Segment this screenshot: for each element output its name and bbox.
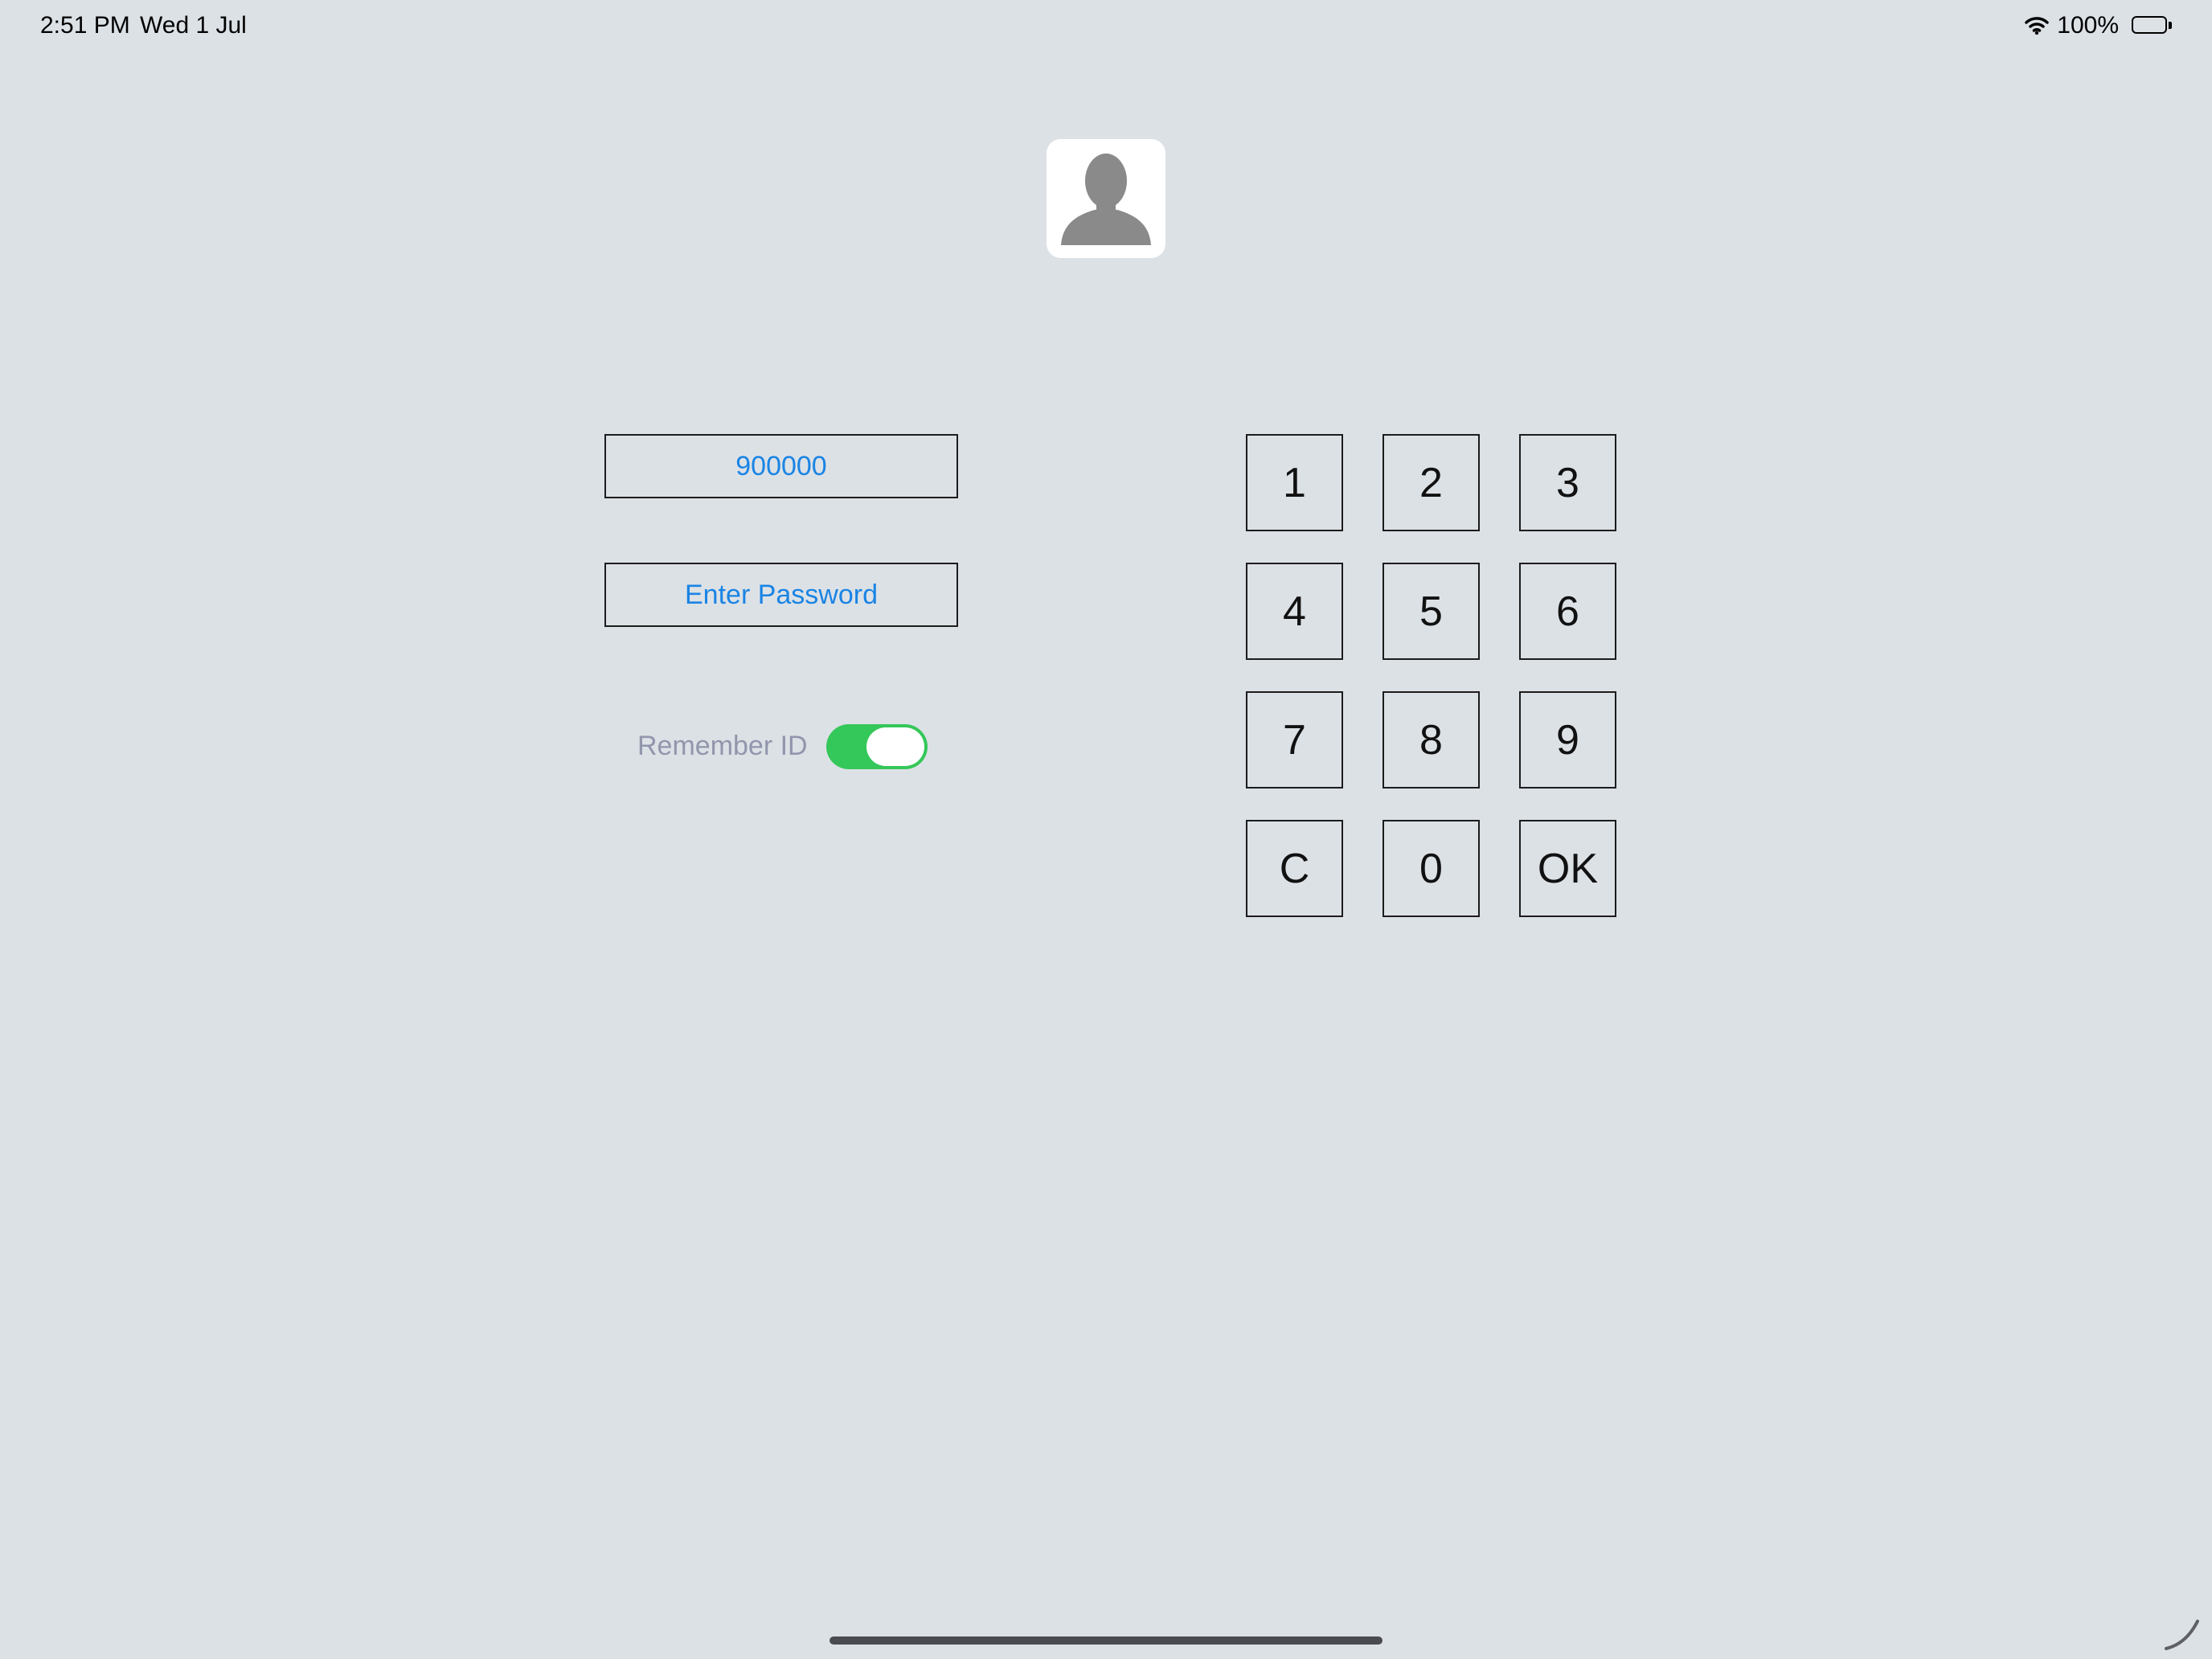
key-ok[interactable]: OK [1519, 820, 1616, 917]
status-bar-right: 100% [2025, 11, 2172, 40]
key-0[interactable]: 0 [1382, 820, 1480, 917]
person-silhouette-icon [1047, 139, 1165, 258]
password-field[interactable] [604, 563, 958, 627]
numeric-keypad: 1 2 3 4 5 6 7 8 9 C 0 OK [1246, 434, 1616, 917]
key-9[interactable]: 9 [1519, 691, 1616, 789]
key-6[interactable]: 6 [1519, 563, 1616, 660]
key-4[interactable]: 4 [1246, 563, 1343, 660]
corner-grabber-icon [2162, 1612, 2202, 1652]
remember-id-toggle[interactable] [826, 724, 928, 769]
status-time: 2:51 PM [40, 12, 130, 39]
key-7[interactable]: 7 [1246, 691, 1343, 789]
battery-percent: 100% [2057, 12, 2119, 39]
battery-icon [2132, 16, 2172, 35]
avatar [1047, 139, 1165, 258]
key-2[interactable]: 2 [1382, 434, 1480, 531]
status-date: Wed 1 Jul [140, 12, 247, 39]
key-8[interactable]: 8 [1382, 691, 1480, 789]
key-1[interactable]: 1 [1246, 434, 1343, 531]
toggle-knob [866, 727, 924, 766]
remember-id-row: Remember ID [637, 722, 808, 770]
home-indicator[interactable] [830, 1636, 1382, 1645]
remember-id-label: Remember ID [637, 730, 808, 761]
user-id-field[interactable] [604, 434, 958, 498]
key-clear[interactable]: C [1246, 820, 1343, 917]
wifi-icon [2025, 16, 2050, 35]
key-3[interactable]: 3 [1519, 434, 1616, 531]
key-5[interactable]: 5 [1382, 563, 1480, 660]
